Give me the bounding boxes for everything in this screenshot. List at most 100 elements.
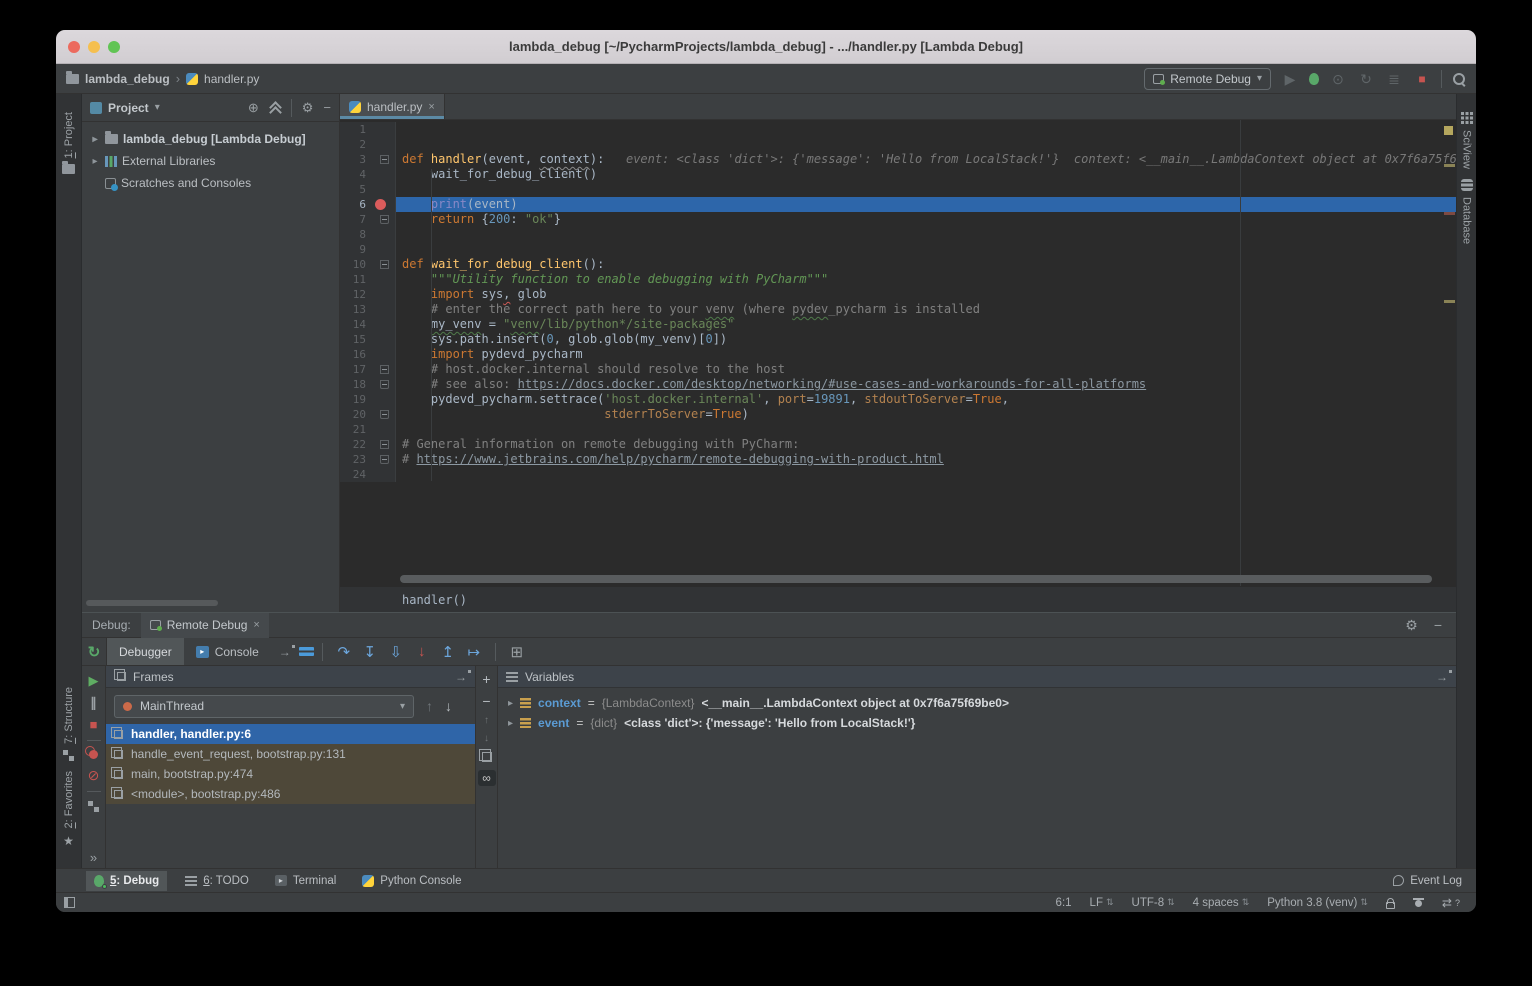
tool-stripe-button-sciview[interactable]: SciView [1461,112,1473,169]
editor-gutter[interactable]: 19 [340,392,396,407]
line-number[interactable]: 24 [340,467,366,482]
line-number[interactable]: 9 [340,242,366,257]
gutter-icons[interactable] [366,242,394,257]
code-text[interactable] [396,467,1456,482]
warning-stripe-square[interactable] [1444,126,1453,135]
tab-console[interactable]: ▸ Console [184,638,271,665]
toolwindow-toggle-icon[interactable] [64,897,75,908]
editor-gutter[interactable]: 5 [340,182,396,197]
breadcrumb-file[interactable]: handler.py [204,72,259,86]
expand-arrow-icon[interactable]: ▸ [508,698,513,709]
line-number[interactable]: 13 [340,302,366,317]
duplicate-watch-icon[interactable] [482,752,492,762]
pause-button[interactable]: ∥ [90,696,97,709]
stack-frame-row[interactable]: handler, handler.py:6 [106,724,475,744]
previous-frame-icon[interactable]: ↑ [426,698,433,714]
editor-gutter[interactable]: 14 [340,317,396,332]
variable-row[interactable]: ▸event={dict}<class 'dict'>: {'message':… [498,713,1456,733]
editor-gutter[interactable]: 15 [340,332,396,347]
line-number[interactable]: 2 [340,137,366,152]
code-text[interactable]: wait_for_debug_client() [396,167,1456,182]
profile-button[interactable]: ↻ [1357,72,1375,86]
editor-gutter[interactable]: 20 [340,407,396,422]
toolwindow-button----todo[interactable]: 6: TODO [177,871,257,891]
pin-icon[interactable]: → [455,670,467,684]
gutter-icons[interactable] [366,197,394,212]
line-number[interactable]: 4 [340,167,366,182]
fold-marker-icon[interactable] [380,380,389,389]
pin-tab-icon[interactable]: → [279,645,291,659]
gutter-icons[interactable] [366,272,394,287]
gutter-icons[interactable] [366,377,394,392]
code-text[interactable] [396,137,1456,152]
step-over-button[interactable]: ↷ [331,643,357,661]
editor-gutter[interactable]: 18 [340,377,396,392]
search-icon[interactable] [1452,72,1466,86]
project-hscrollbar[interactable] [86,600,218,606]
code-text[interactable]: import sys, glob [396,287,1456,302]
hide-debug-window-icon[interactable]: − [1434,617,1442,634]
move-down-icon[interactable]: ↓ [484,734,489,744]
code-text[interactable]: my_venv = "venv/lib/python*/site-package… [396,317,1456,332]
line-number[interactable]: 12 [340,287,366,302]
line-number[interactable]: 14 [340,317,366,332]
stop-button[interactable]: ■ [90,718,98,731]
add-watch-icon[interactable]: + [482,672,490,686]
code-text[interactable]: def handler(event, context): event: <cla… [396,152,1456,167]
code-text[interactable] [396,182,1456,197]
coverage-button[interactable]: ⊙ [1329,72,1347,86]
editor-gutter[interactable]: 3 [340,152,396,167]
line-number[interactable]: 21 [340,422,366,437]
gutter-icons[interactable] [366,347,394,362]
editor-gutter[interactable]: 24 [340,467,396,482]
resume-button[interactable]: ▶ [89,674,99,687]
more-options-icon[interactable]: » [90,851,97,864]
editor-gutter[interactable]: 16 [340,347,396,362]
gutter-icons[interactable] [366,227,394,242]
breakpoint-icon[interactable] [375,199,386,210]
editor-gutter[interactable]: 22 [340,437,396,452]
stack-frame-row[interactable]: handle_event_request, bootstrap.py:131 [106,744,475,764]
restore-layout-icon[interactable] [88,801,99,812]
next-frame-icon[interactable]: ↓ [445,698,452,714]
code-text[interactable] [396,242,1456,257]
gutter-icons[interactable] [366,122,394,137]
debug-session-tab[interactable]: Remote Debug × [141,613,269,638]
editor-gutter[interactable]: 11 [340,272,396,287]
gutter-icons[interactable] [366,332,394,347]
fold-marker-icon[interactable] [380,215,389,224]
debug-button-icon[interactable] [1309,73,1319,85]
line-number[interactable]: 18 [340,377,366,392]
gutter-icons[interactable] [366,287,394,302]
code-text[interactable]: stderrToServer=True) [396,407,1456,422]
line-number[interactable]: 23 [340,452,366,467]
code-text[interactable] [396,422,1456,437]
code-link[interactable]: https://www.jetbrains.com/help/pycharm/r… [416,452,943,466]
gutter-icons[interactable] [366,437,394,452]
gutter-icons[interactable] [366,407,394,422]
editor-gutter[interactable]: 10 [340,257,396,272]
gutter-icons[interactable] [366,467,394,482]
stop-button[interactable]: ■ [1413,73,1431,85]
move-up-icon[interactable]: ↑ [484,716,489,726]
editor-gutter[interactable]: 17 [340,362,396,377]
line-number[interactable]: 3 [340,152,366,167]
code-editor[interactable]: 12 3 def handler(event, context): event: <… [340,120,1456,586]
fold-marker-icon[interactable] [380,260,389,269]
fold-marker-icon[interactable] [380,365,389,374]
editor-gutter[interactable]: 23 [340,452,396,467]
editor-gutter[interactable]: 8 [340,227,396,242]
run-button[interactable]: ▶ [1281,72,1299,86]
toolwindow-button-terminal[interactable]: ▸Terminal [267,871,344,891]
editor-tab-handler[interactable]: handler.py × [340,94,445,119]
inspections-icon[interactable] [1413,897,1424,908]
stripe-mark[interactable] [1444,300,1455,303]
gutter-icons[interactable] [366,167,394,182]
lock-icon[interactable] [1386,902,1395,909]
tool-stripe-button----project[interactable]: 1: Project [62,112,75,174]
line-number[interactable]: 15 [340,332,366,347]
code-text[interactable]: print(event) [396,197,1456,212]
close-session-icon[interactable]: × [253,619,259,631]
view-breakpoints-icon[interactable] [89,750,98,759]
editor-gutter[interactable]: 7 [340,212,396,227]
